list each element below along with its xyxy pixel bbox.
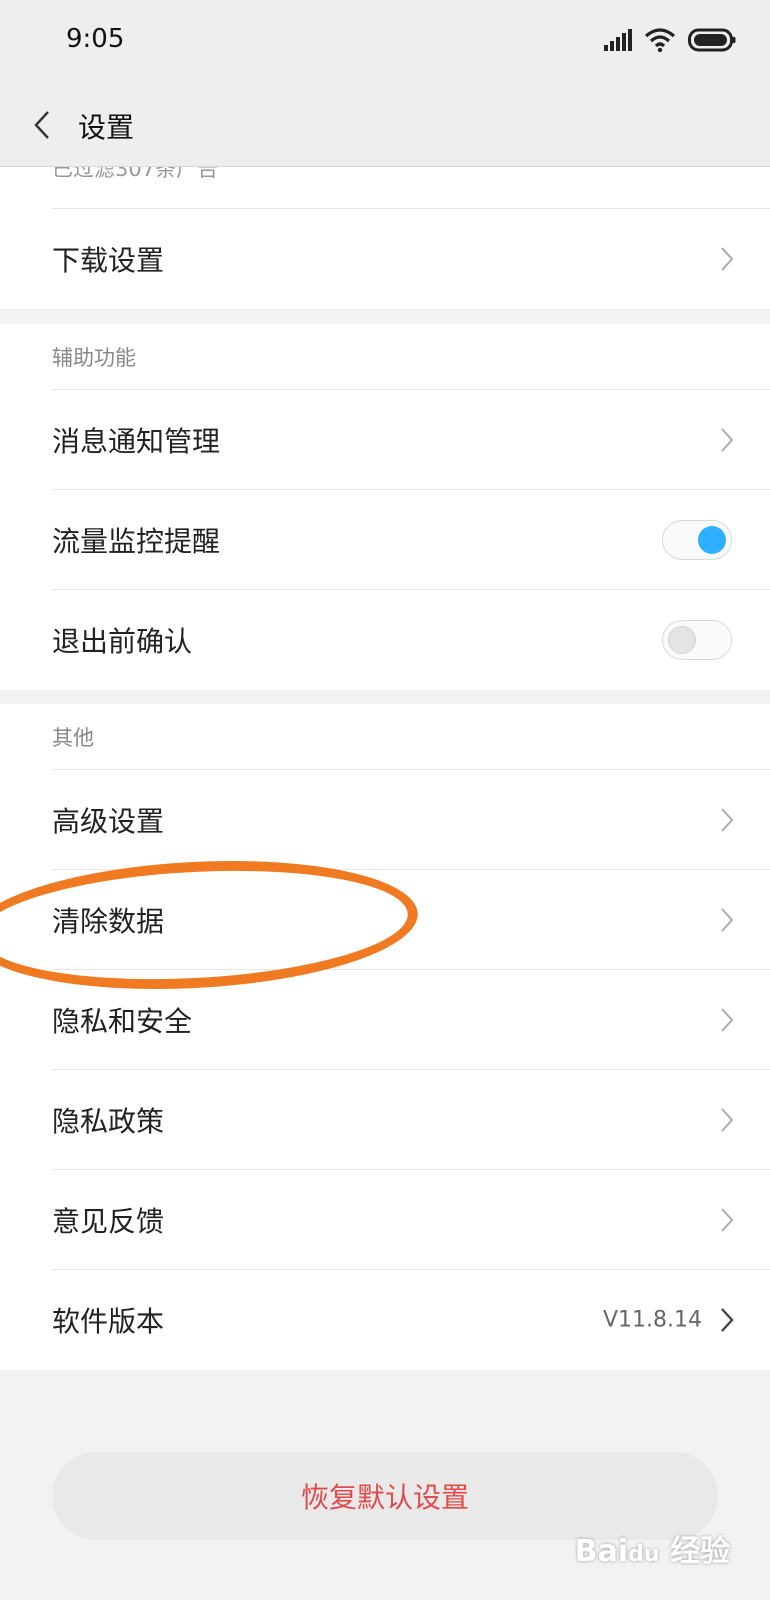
exit-confirm-toggle[interactable] [662, 620, 732, 660]
row-label: 消息通知管理 [52, 425, 221, 458]
chevron-right-icon [721, 428, 734, 452]
watermark-logo: Baidu 经验 [574, 1534, 730, 1569]
section-header-other: 其他 [0, 704, 770, 770]
row-label: 高级设置 [52, 805, 165, 838]
row-label: 软件版本 [52, 1305, 165, 1338]
section-header-label: 其他 [52, 726, 94, 750]
row-label: 隐私和安全 [52, 1005, 193, 1038]
status-time: 9:05 [66, 24, 125, 54]
status-bar: 9:05 [0, 0, 770, 84]
row-privacy-policy[interactable]: 隐私政策 [0, 1070, 770, 1170]
back-button[interactable] [22, 102, 62, 148]
section-other: 其他 高级设置 清除数据 隐私和安全 隐私政策 意见反馈 软件版本 V11.8.… [0, 704, 770, 1370]
toggle-knob [668, 626, 696, 654]
row-exit-confirm: 退出前确认 [0, 590, 770, 690]
row-clear-data[interactable]: 清除数据 [0, 870, 770, 970]
ad-filter-row: 已过滤307条广告 [0, 167, 770, 209]
ad-filter-text: 已过滤307条广告 [52, 167, 219, 181]
section-header-assist: 辅助功能 [0, 324, 770, 390]
row-label: 清除数据 [52, 905, 165, 938]
status-icons [604, 28, 736, 52]
toggle-knob [698, 526, 726, 554]
row-label: 流量监控提醒 [52, 525, 221, 558]
section-download: 已过滤307条广告 下载设置 [0, 167, 770, 309]
chevron-right-icon [721, 1008, 734, 1032]
section-assist: 辅助功能 消息通知管理 流量监控提醒 退出前确认 [0, 324, 770, 690]
chevron-right-icon [721, 808, 734, 832]
chevron-right-icon [721, 1108, 734, 1132]
title-bar: 设置 [0, 84, 770, 167]
row-label: 意见反馈 [52, 1205, 165, 1238]
restore-defaults-label: 恢复默认设置 [300, 1481, 469, 1514]
signal-icon [604, 29, 632, 51]
chevron-right-icon [721, 1208, 734, 1232]
row-label: 下载设置 [52, 244, 165, 277]
row-software-version[interactable]: 软件版本 V11.8.14 [0, 1270, 770, 1370]
chevron-right-icon [721, 908, 734, 932]
row-feedback[interactable]: 意见反馈 [0, 1170, 770, 1270]
row-advanced-settings[interactable]: 高级设置 [0, 770, 770, 870]
row-download-settings[interactable]: 下载设置 [0, 209, 770, 309]
chevron-right-icon [721, 247, 734, 271]
section-header-label: 辅助功能 [52, 346, 136, 370]
version-value: V11.8.14 [602, 1307, 702, 1333]
row-notification-management[interactable]: 消息通知管理 [0, 390, 770, 490]
row-label: 隐私政策 [52, 1105, 165, 1138]
wifi-icon [644, 28, 676, 52]
page-title: 设置 [78, 111, 135, 144]
chevron-left-icon [34, 111, 49, 139]
row-traffic-monitor: 流量监控提醒 [0, 490, 770, 590]
traffic-monitor-toggle[interactable] [662, 520, 732, 560]
row-label: 退出前确认 [52, 625, 193, 658]
row-privacy-security[interactable]: 隐私和安全 [0, 970, 770, 1070]
battery-icon [688, 28, 736, 52]
chevron-right-icon [721, 1308, 734, 1332]
